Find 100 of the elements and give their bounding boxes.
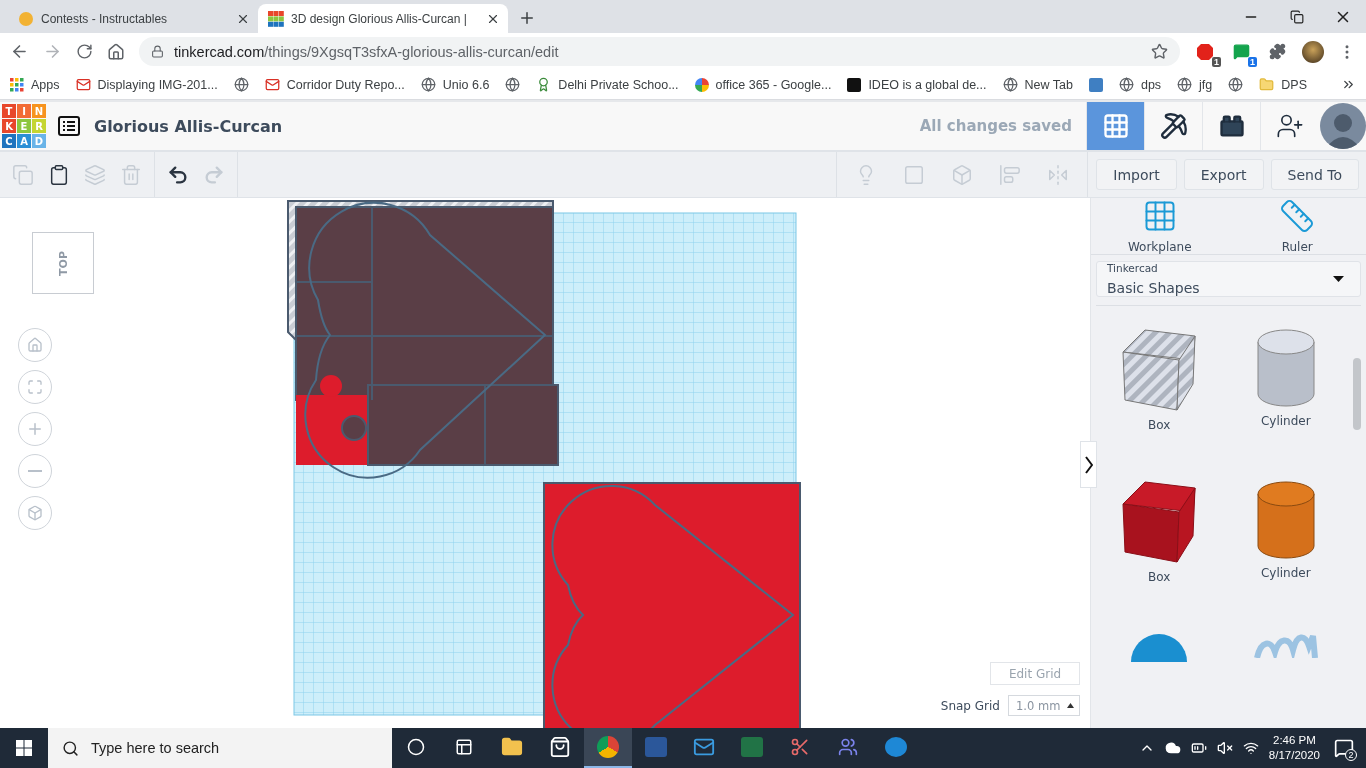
bookmark[interactable]: Displaying IMG-201...	[75, 77, 218, 92]
bookmark-label: office 365 - Google...	[715, 77, 832, 92]
hole-shape[interactable]	[287, 200, 559, 479]
mail-icon[interactable]	[693, 736, 715, 758]
dropdown-caret-icon	[1333, 276, 1344, 282]
scrollbar[interactable]	[1353, 358, 1361, 430]
restore-icon[interactable]	[1290, 9, 1304, 24]
teams-icon[interactable]	[838, 737, 858, 757]
bookmark[interactable]: Delhi Private Schoo...	[536, 77, 679, 92]
taskbar-search[interactable]: Type here to search	[48, 728, 392, 768]
pickaxe-icon[interactable]	[1159, 112, 1188, 140]
bookmark[interactable]: Corridor Duty Repo...	[264, 77, 405, 92]
shape-library-dropdown[interactable]: Tinkercad Basic Shapes	[1096, 261, 1361, 297]
shape-label: Cylinder	[1260, 566, 1311, 580]
store-icon[interactable]	[549, 736, 571, 758]
tool-label: Ruler	[1281, 240, 1313, 254]
globe-icon	[1118, 77, 1134, 92]
ruler-icon[interactable]	[1279, 198, 1316, 234]
save-status: All changes saved	[919, 117, 1072, 135]
fit-view-icon	[27, 379, 43, 395]
bookmark-label: Apps	[31, 77, 60, 92]
task-view-icon[interactable]	[455, 738, 473, 756]
chevron-right-icon	[1084, 455, 1093, 474]
address-bar[interactable]: tinkercad.com/things/9XgsqT3sfxA-glorious-allis-curcan/edit	[139, 37, 1180, 66]
bookmark-label: DPS	[1281, 77, 1307, 92]
globe-icon	[1002, 77, 1018, 92]
folder-icon[interactable]	[501, 736, 523, 758]
new-tab-icon[interactable]	[518, 9, 536, 27]
reload-icon[interactable]	[76, 43, 93, 60]
cloud-icon[interactable]	[1164, 740, 1181, 756]
tinkercad-logo[interactable]: T I N K E R C A D	[2, 104, 46, 148]
bookmark[interactable]: DPS	[1259, 77, 1307, 92]
globe-icon	[505, 77, 521, 92]
wifi-icon[interactable]	[1242, 740, 1259, 756]
bookmark-label: Displaying IMG-201...	[97, 77, 218, 92]
apps-icon	[10, 77, 24, 92]
stop-sign-icon[interactable]	[1196, 42, 1214, 61]
home-icon[interactable]	[107, 42, 125, 61]
bookmark-star-icon[interactable]	[1151, 43, 1168, 60]
library-source: Tinkercad	[1107, 262, 1159, 274]
cylinder-icon[interactable]	[1255, 480, 1316, 560]
design-title[interactable]: Glorious Allis-Curcan	[94, 116, 283, 136]
back-icon[interactable]	[10, 42, 29, 61]
battery-icon[interactable]	[1190, 740, 1207, 756]
bookmark[interactable]: dps	[1118, 77, 1162, 92]
search-icon	[62, 739, 79, 757]
windows-start-icon[interactable]	[16, 740, 32, 756]
box-icon[interactable]	[1121, 480, 1198, 564]
user-avatar[interactable]	[1320, 103, 1366, 149]
shape-label: Cylinder	[1260, 414, 1311, 428]
globe-icon	[420, 77, 436, 92]
home-icon	[27, 337, 43, 353]
tab-title: 3D design Glorious Allis-Curcan |	[291, 11, 468, 26]
shape-label: Box	[1148, 418, 1171, 432]
bookmark[interactable]: office 365 - Google...	[694, 77, 832, 92]
shape-label: Box	[1148, 570, 1171, 584]
undo-icon[interactable]	[167, 163, 189, 186]
bookmark-label: Corridor Duty Repo...	[286, 77, 405, 92]
tab-title: Contests - Instructables	[41, 11, 169, 26]
bookmark-label: jfg	[1199, 77, 1213, 92]
browser-tab[interactable]: Contests - Instructables	[8, 4, 258, 33]
mail-icon	[264, 77, 280, 92]
caret-icon	[1067, 703, 1074, 708]
action-button[interactable]: Send To	[1270, 159, 1359, 190]
bookmark[interactable]: Apps	[10, 77, 60, 92]
bookmark-label: dps	[1140, 77, 1162, 92]
design-list-icon[interactable]	[58, 116, 80, 136]
snipping-icon[interactable]	[790, 737, 810, 757]
action-button[interactable]: Export	[1183, 159, 1264, 190]
square-logo-icon	[847, 77, 862, 92]
cube-icon	[27, 505, 43, 521]
bookmark[interactable]: Unio 6.6	[420, 77, 490, 92]
extension-badge: 1	[1248, 56, 1257, 67]
globe-icon	[1228, 77, 1244, 92]
volume-muted-icon[interactable]	[1216, 740, 1233, 756]
snap-grid-label: Snap Grid	[940, 698, 1000, 713]
tool-label: Workplane	[1127, 240, 1192, 254]
zoom-in-icon	[26, 420, 44, 438]
collapse-panel-button[interactable]	[1080, 441, 1097, 488]
action-button[interactable]: Import	[1096, 159, 1177, 190]
bookmark[interactable]: jfg	[1177, 77, 1213, 92]
paste-icon[interactable]	[48, 163, 70, 186]
extensions-icon[interactable]	[1268, 43, 1286, 60]
bookmark-label: Unio 6.6	[442, 77, 490, 92]
grid-view-icon[interactable]	[1101, 112, 1130, 140]
lock-icon	[151, 45, 164, 58]
library-name: Basic Shapes	[1107, 280, 1201, 296]
add-user-icon[interactable]	[1275, 112, 1304, 140]
globe-icon	[1177, 77, 1193, 92]
bookmark[interactable]: New Tab	[1002, 77, 1073, 92]
mascot-favicon	[18, 10, 34, 27]
folder-icon	[1259, 77, 1275, 92]
browser-tab[interactable]: 3D design Glorious Allis-Curcan |	[258, 4, 508, 33]
clock[interactable]: 2:46 PM 8/17/2020	[1268, 733, 1320, 763]
cortana-icon[interactable]	[407, 738, 425, 756]
notification-count: 2	[1345, 749, 1357, 761]
globe-icon	[233, 77, 249, 92]
profile-avatar[interactable]	[1302, 40, 1324, 63]
hole-box-icon[interactable]	[1121, 328, 1198, 412]
chat-icon[interactable]	[1232, 43, 1250, 60]
